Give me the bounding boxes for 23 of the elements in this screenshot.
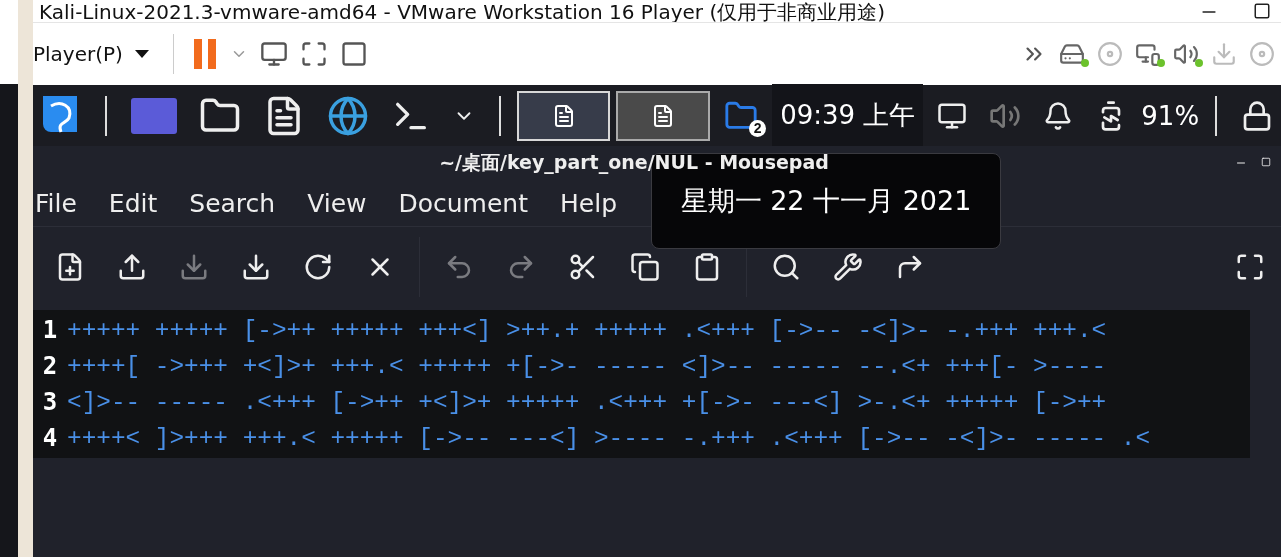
menu-item[interactable]: Help	[560, 188, 617, 218]
line-number: 1	[41, 316, 59, 344]
menu-item[interactable]: Edit	[108, 188, 158, 218]
maximize-icon[interactable]	[1253, 2, 1271, 20]
line-number: 2	[41, 352, 59, 380]
code-line: ++++[ ->+++ +<]>+ +++.< +++++ +[->- ----- <]>-- ----- --.<+ +++[- >----	[67, 352, 1107, 380]
clock[interactable]: 09:39 上午	[772, 84, 924, 147]
menu-item[interactable]: View	[307, 188, 367, 218]
window-title: ~/桌面/key_part_one/NUL - Mousepad	[438, 150, 830, 176]
menu-item[interactable]: Search	[189, 188, 276, 218]
code-line: ++++< ]>+++ +++.< +++++ [->-- ---<] >---- -.+++ .<+++ [->-- -<]>- ----- .<	[67, 424, 1151, 452]
window-thumbnail[interactable]	[616, 90, 711, 141]
code-line: <]>-- ----- .<+++ [->++ +<]>+ +++++ .<+++ +[->- ---<] >-.<+ +++++ [->++	[67, 388, 1107, 416]
workspace-badge: 2	[749, 119, 767, 137]
caret-icon	[134, 50, 149, 58]
code-line: +++++ +++++ [->++ +++++ +++<] >++.+ +++++ .<+++ [->-- -<]>- -.+++ +++.<	[67, 316, 1107, 344]
menu-item[interactable]: Document	[398, 188, 528, 218]
window-thumbnail[interactable]	[516, 90, 611, 141]
line-number: 4	[41, 424, 59, 452]
battery-percent: 91%	[1141, 100, 1200, 131]
menu-item[interactable]: File	[35, 188, 77, 218]
line-number: 3	[41, 388, 59, 416]
player-menu[interactable]: Player(P)	[33, 42, 159, 66]
